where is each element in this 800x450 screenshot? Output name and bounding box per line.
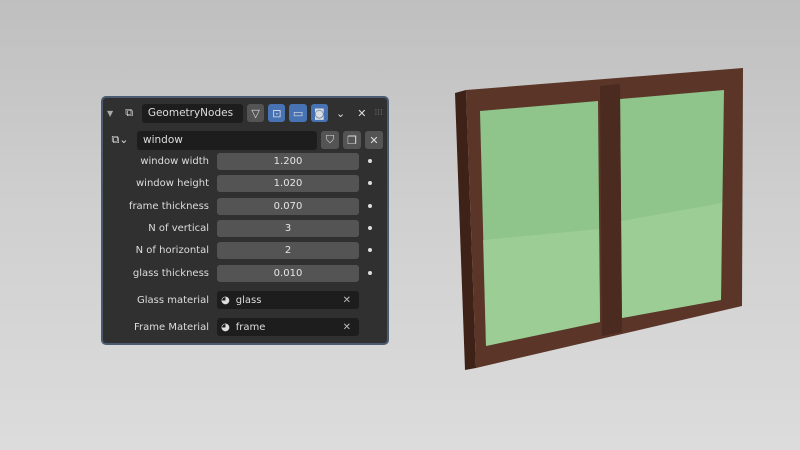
glass-reflection — [621, 203, 722, 318]
mullion — [600, 84, 622, 336]
window-render — [455, 68, 743, 370]
